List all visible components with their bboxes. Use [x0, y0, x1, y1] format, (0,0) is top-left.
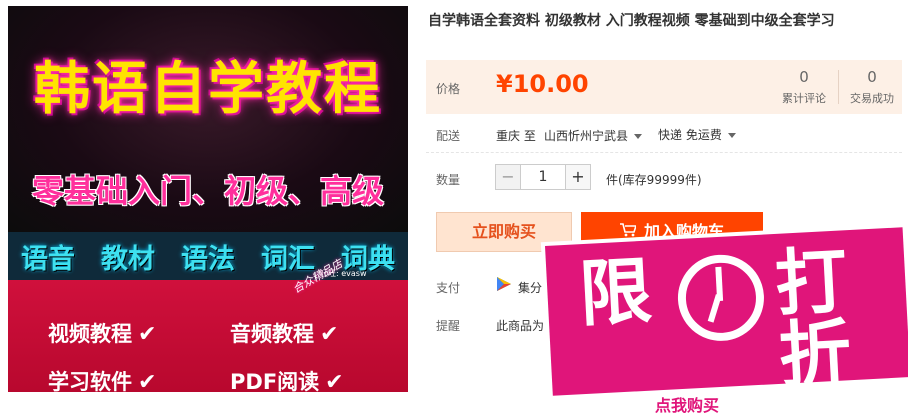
payment-method: 集分	[518, 281, 543, 295]
quantity-label: 数量	[436, 173, 461, 187]
quantity-input[interactable]	[521, 164, 565, 190]
promo-text-right: 打折	[773, 237, 860, 398]
increment-button[interactable]: +	[565, 164, 591, 190]
image-feature: 视频教程 ✔	[48, 318, 156, 348]
check-icon: ✔	[138, 370, 157, 392]
chevron-down-icon	[634, 134, 643, 139]
promo-bottom-text: 点我购买	[655, 396, 720, 414]
image-title: 韩语自学教程	[34, 57, 382, 122]
image-band-item: 语音	[21, 243, 75, 275]
image-subtitle: 零基础入门、初级、高级	[31, 172, 384, 210]
shipping-label: 配送	[436, 129, 461, 143]
chevron-down-icon	[727, 133, 736, 138]
sales-count: 0	[867, 68, 877, 86]
check-icon: ✔	[138, 322, 157, 347]
image-feature: PDF阅读 ✔	[230, 366, 344, 392]
shipping-from: 重庆 至	[496, 129, 536, 143]
decrement-button[interactable]: −	[495, 164, 521, 190]
image-feature-label: PDF阅读	[230, 370, 320, 392]
notice-text: 此商品为	[496, 319, 545, 333]
image-feature-label: 视频教程	[48, 322, 132, 346]
shipping-method-label: 快递 免运费	[658, 128, 722, 142]
payment-label: 支付	[436, 281, 461, 295]
price-panel: 价格 ¥10.00 0 累计评论 0 交易成功	[426, 60, 902, 114]
price-value: ¥10.00	[496, 70, 589, 98]
reviews-label: 累计评论	[782, 92, 826, 105]
stat-divider	[838, 70, 839, 104]
stock-text: 件(库存99999件)	[606, 173, 702, 187]
sales-stat[interactable]: 0 交易成功	[840, 68, 904, 106]
image-band-item: 语法	[181, 243, 235, 275]
shipping-method-select[interactable]: 快递 免运费	[658, 126, 736, 143]
reviews-count: 0	[799, 68, 809, 86]
clock-icon	[675, 252, 767, 344]
sales-label: 交易成功	[850, 92, 894, 105]
quantity-stepper: − +	[495, 164, 591, 190]
check-icon: ✔	[320, 322, 339, 347]
image-band-item: 教材	[101, 243, 155, 275]
check-icon: ✔	[325, 370, 344, 392]
notice-label: 提醒	[436, 319, 461, 333]
shipping-destination-label: 山西忻州宁武县	[544, 129, 629, 143]
image-feature-label: 学习软件	[48, 370, 132, 392]
price-label: 价格	[436, 82, 461, 96]
payment-method-icon	[497, 277, 511, 291]
limited-discount-banner[interactable]: 限 打折	[545, 227, 908, 398]
shipping-destination-select[interactable]: 山西忻州宁武县	[544, 127, 643, 144]
reviews-stat[interactable]: 0 累计评论	[772, 68, 836, 106]
promo-text-left: 限	[577, 248, 660, 337]
image-feature: 学习软件 ✔	[48, 366, 156, 392]
image-feature: 音频教程 ✔	[230, 318, 338, 348]
image-feature-label: 音频教程	[230, 322, 314, 346]
divider	[426, 152, 902, 153]
product-image[interactable]: 韩语自学教程 零基础入门、初级、高级 语音 教材 语法 词汇 词典 旺旺: ev…	[8, 6, 408, 392]
image-band-item: 词汇	[261, 243, 315, 275]
product-title: 自学韩语全套资料 初级教材 入门教程视频 零基础到中级全套学习	[428, 13, 835, 29]
